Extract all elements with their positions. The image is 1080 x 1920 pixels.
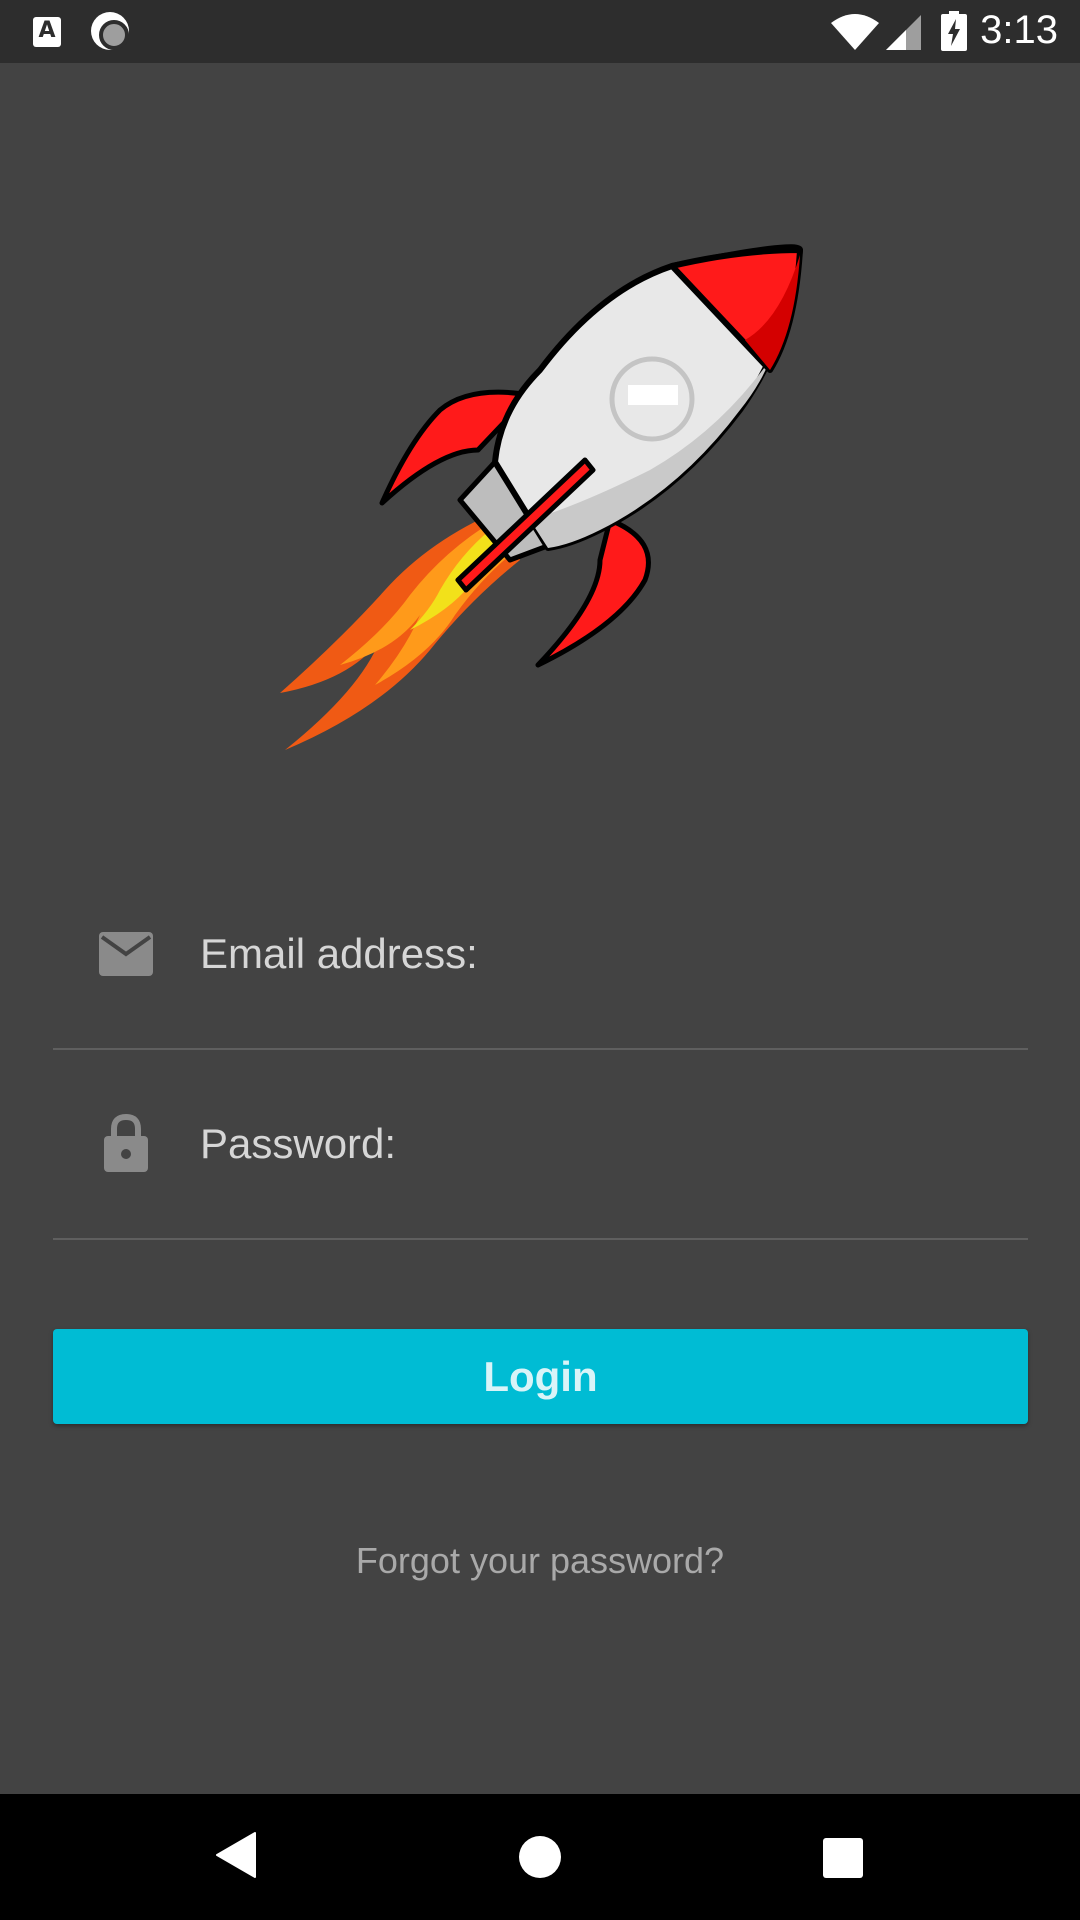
password-label: Password:	[200, 1120, 397, 1167]
home-icon[interactable]	[519, 1836, 561, 1878]
mail-icon	[99, 932, 153, 976]
back-icon[interactable]	[215, 1831, 257, 1879]
status-clock: 3:13	[980, 8, 1058, 52]
email-label: Email address:	[200, 930, 478, 977]
lock-icon	[104, 1114, 148, 1172]
wifi-icon	[831, 14, 879, 50]
text-a-icon: A	[33, 17, 61, 47]
signal-icon	[886, 15, 921, 50]
status-bar: A 3:13	[0, 0, 1080, 63]
login-screen: A 3:13 Email address: Password: Login Fo…	[0, 0, 1080, 1920]
record-icon	[91, 12, 129, 50]
navigation-bar	[0, 1794, 1080, 1920]
battery-charging-icon	[941, 11, 967, 51]
recents-icon[interactable]	[823, 1838, 863, 1878]
email-field[interactable]: Email address:	[53, 900, 1028, 1050]
forgot-password-link[interactable]: Forgot your password?	[0, 1540, 1080, 1582]
rocket-icon	[280, 244, 803, 750]
login-button[interactable]: Login	[53, 1329, 1028, 1424]
text-a-letter: A	[38, 18, 56, 43]
password-field[interactable]: Password:	[53, 1090, 1028, 1240]
